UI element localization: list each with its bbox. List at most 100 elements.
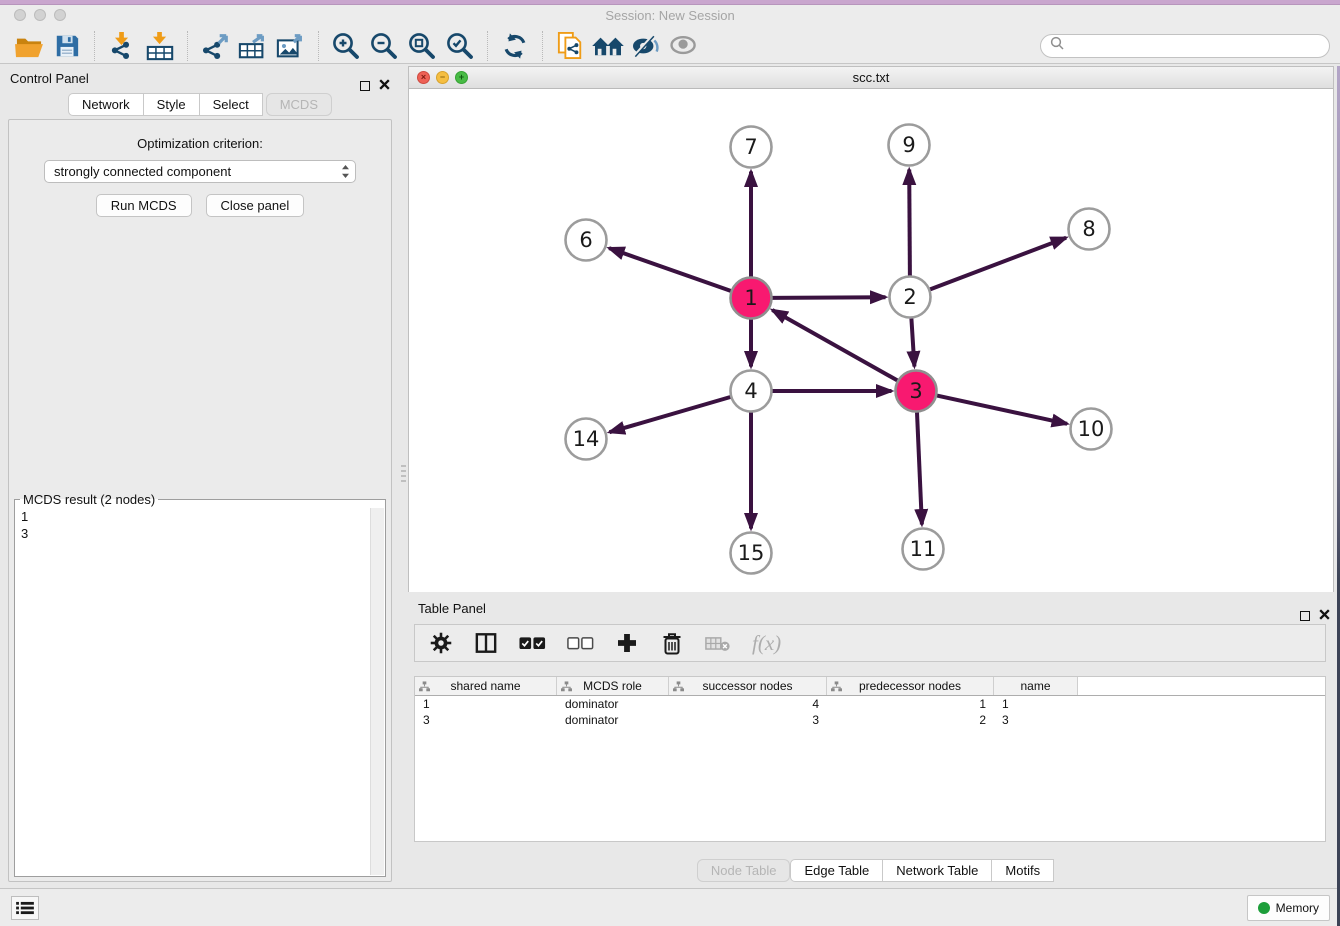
toolbar-separator [487, 31, 488, 61]
cell-predecessor-nodes[interactable]: 1 [827, 697, 994, 711]
columns-icon[interactable] [474, 628, 498, 658]
graph-edge-3-10[interactable] [937, 396, 1067, 424]
column-header-shared-name[interactable]: shared name [415, 677, 557, 695]
network-close-button[interactable]: × [417, 71, 430, 84]
deselect-all-icon[interactable] [567, 628, 594, 658]
open-file-icon[interactable] [10, 30, 48, 62]
save-session-icon[interactable] [48, 30, 86, 62]
graph-edge-1-6[interactable] [609, 248, 731, 291]
toolbar-separator [542, 31, 543, 61]
graph-edge-2-3[interactable] [911, 319, 914, 367]
export-image-icon[interactable] [272, 30, 310, 62]
graph-node-4[interactable]: 4 [731, 371, 772, 412]
graph-node-10[interactable]: 10 [1071, 409, 1112, 450]
graph-edge-2-9[interactable] [909, 170, 910, 276]
graph-node-7[interactable]: 7 [731, 127, 772, 168]
mcds-result-line: 3 [21, 525, 379, 542]
table-tab-motifs[interactable]: Motifs [992, 859, 1054, 882]
tab-network[interactable]: Network [68, 93, 144, 116]
duplicate-network-icon[interactable] [551, 30, 589, 62]
column-header-mcds-role[interactable]: MCDS role [557, 677, 669, 695]
cell-mcds-role[interactable]: dominator [557, 697, 669, 711]
search-box[interactable] [1040, 34, 1330, 58]
tab-mcds[interactable]: MCDS [266, 93, 332, 116]
search-input[interactable] [1069, 37, 1320, 54]
table-tab-network-table[interactable]: Network Table [883, 859, 992, 882]
network-minimize-button[interactable]: − [436, 71, 449, 84]
close-panel-icon[interactable] [379, 73, 390, 99]
cell-successor-nodes[interactable]: 3 [669, 713, 827, 727]
table-tabs: Node TableEdge TableNetwork TableMotifs [408, 859, 1340, 882]
criterion-select[interactable]: strongly connected component [44, 160, 356, 183]
table-toolbar: f(x) [414, 624, 1326, 662]
hide-details-icon[interactable] [627, 30, 665, 62]
zoom-selected-icon[interactable] [441, 30, 479, 62]
network-maximize-button[interactable]: + [455, 71, 468, 84]
cell-name[interactable]: 1 [994, 697, 1078, 711]
graph-node-9[interactable]: 9 [889, 125, 930, 166]
graph-node-1[interactable]: 1 [731, 278, 772, 319]
table-row[interactable]: 1dominator411 [415, 696, 1325, 712]
cell-name[interactable]: 3 [994, 713, 1078, 727]
svg-text:8: 8 [1082, 217, 1095, 241]
zoom-fit-icon[interactable] [403, 30, 441, 62]
home-icon[interactable] [589, 30, 627, 62]
refresh-icon[interactable] [496, 30, 534, 62]
toolbar-separator [318, 31, 319, 61]
column-header-name[interactable]: name [994, 677, 1078, 695]
graph-edge-2-8[interactable] [930, 238, 1066, 290]
network-view-window: × − + scc.txt 7968124314101511 [408, 66, 1334, 592]
float-panel-icon[interactable] [360, 81, 370, 91]
network-canvas[interactable]: 7 9 6 8 1 2 4 3 14 10 15 11 [409, 89, 1333, 592]
toolbar-separator [94, 31, 95, 61]
table-tab-edge-table[interactable]: Edge Table [790, 859, 883, 882]
delete-icon[interactable] [660, 628, 684, 658]
mcds-result-list[interactable]: 13 [15, 507, 385, 543]
cell-shared-name[interactable]: 3 [415, 713, 557, 727]
graph-node-14[interactable]: 14 [566, 419, 607, 460]
tab-select[interactable]: Select [200, 93, 263, 116]
cell-predecessor-nodes[interactable]: 2 [827, 713, 994, 727]
show-panels-button[interactable] [11, 896, 39, 920]
graph-node-3[interactable]: 3 [896, 371, 937, 412]
svg-text:9: 9 [902, 133, 915, 157]
graph-node-15[interactable]: 15 [731, 533, 772, 574]
cell-shared-name[interactable]: 1 [415, 697, 557, 711]
window-title: Session: New Session [0, 8, 1340, 23]
graph-node-8[interactable]: 8 [1069, 209, 1110, 250]
column-header-predecessor-nodes[interactable]: predecessor nodes [827, 677, 994, 695]
result-scrollbar[interactable] [370, 508, 384, 875]
svg-text:14: 14 [573, 427, 600, 451]
float-table-panel-icon[interactable] [1300, 611, 1310, 621]
criterion-value: strongly connected component [54, 164, 231, 179]
graph-node-11[interactable]: 11 [903, 529, 944, 570]
import-table-icon[interactable] [141, 30, 179, 62]
import-network-icon[interactable] [103, 30, 141, 62]
cell-mcds-role[interactable]: dominator [557, 713, 669, 727]
zoom-in-icon[interactable] [327, 30, 365, 62]
cell-successor-nodes[interactable]: 4 [669, 697, 827, 711]
export-network-icon[interactable] [196, 30, 234, 62]
graph-node-6[interactable]: 6 [566, 220, 607, 261]
panel-splitter[interactable] [401, 462, 406, 484]
graph-node-2[interactable]: 2 [890, 277, 931, 318]
graph-edge-3-1[interactable] [772, 310, 897, 380]
export-table-icon[interactable] [234, 30, 272, 62]
column-header-successor-nodes[interactable]: successor nodes [669, 677, 827, 695]
table-row[interactable]: 3dominator323 [415, 712, 1325, 728]
table-body: 1dominator4113dominator323 [415, 696, 1325, 728]
memory-button[interactable]: Memory [1247, 895, 1330, 921]
graph-edge-4-14[interactable] [610, 397, 731, 432]
tab-style[interactable]: Style [144, 93, 200, 116]
graph-edge-1-2[interactable] [773, 297, 886, 298]
select-all-icon[interactable] [519, 628, 546, 658]
table-tab-node-table[interactable]: Node Table [697, 859, 791, 882]
run-mcds-button[interactable]: Run MCDS [96, 194, 192, 217]
graph-edge-3-11[interactable] [917, 413, 922, 525]
control-panel-tabs: NetworkStyleSelectMCDS [0, 92, 400, 116]
svg-text:2: 2 [903, 285, 916, 309]
zoom-out-icon[interactable] [365, 30, 403, 62]
gear-icon[interactable] [429, 628, 453, 658]
add-icon[interactable] [615, 628, 639, 658]
close-panel-button[interactable]: Close panel [206, 194, 305, 217]
